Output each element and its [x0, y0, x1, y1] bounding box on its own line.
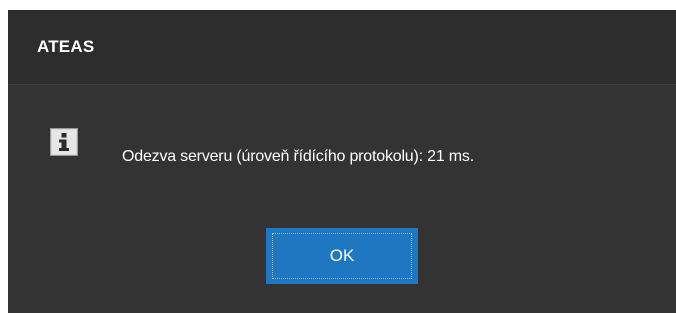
title-bar[interactable]: ATEAS [8, 11, 676, 85]
dialog-message: Odezva serveru (úroveň řídícího protokol… [122, 148, 474, 165]
ok-button-label: OK [329, 246, 355, 265]
message-dialog: ATEAS Odezva serveru (úroveň řídícího pr… [8, 10, 676, 313]
ok-button[interactable]: OK [266, 228, 418, 284]
info-icon [50, 128, 78, 156]
dialog-title: ATEAS [37, 37, 95, 56]
